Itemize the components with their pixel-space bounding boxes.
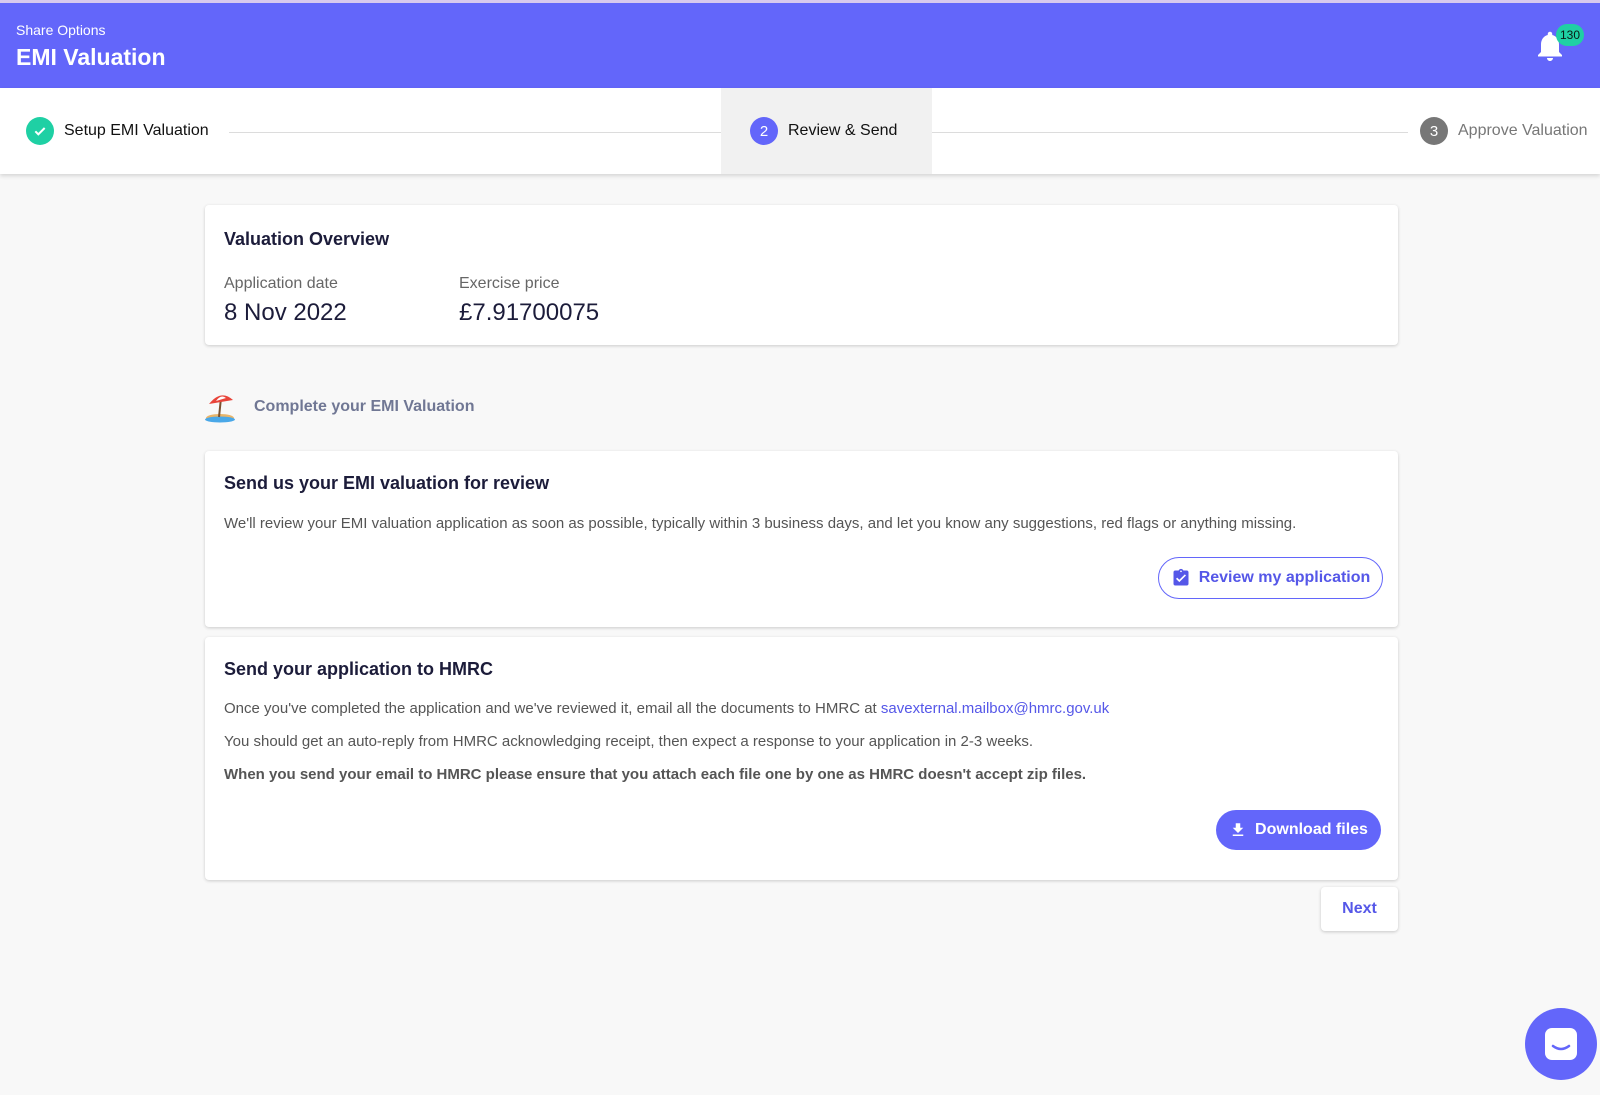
review-card: Send us your EMI valuation for review We… (205, 451, 1398, 627)
application-date-label: Application date (224, 275, 338, 292)
download-icon (1232, 823, 1244, 836)
step-connector (916, 132, 1408, 133)
step-label: Approve Valuation (1458, 122, 1588, 139)
section-title: Complete your EMI Valuation (254, 398, 475, 415)
step-number: 3 (1420, 117, 1448, 145)
app-subtitle: Share Options (16, 22, 106, 38)
step-connector (229, 132, 724, 133)
application-date-value: 8 Nov 2022 (224, 299, 347, 326)
hmrc-line-2: You should get an auto-reply from HMRC a… (224, 733, 1034, 750)
hmrc-line-1-text: Once you've completed the application an… (224, 700, 881, 717)
exercise-price-label: Exercise price (459, 275, 560, 292)
card-title: Valuation Overview (224, 229, 390, 249)
button-label: Review my application (1198, 569, 1371, 586)
section-heading: Complete your EMI Valuation (204, 390, 474, 424)
hmrc-email-link[interactable]: savexternal.mailbox@hmrc.gov.uk (881, 700, 1109, 717)
step-setup[interactable]: Setup EMI Valuation (26, 88, 226, 174)
exercise-price-value: £7.91700075 (459, 299, 600, 326)
hmrc-card: Send your application to HMRC Once you'v… (205, 637, 1398, 880)
check-icon (26, 117, 54, 145)
notification-badge: 130 (1556, 24, 1585, 46)
valuation-overview-card: Valuation Overview Application date 8 No… (205, 205, 1398, 345)
next-button[interactable]: Next (1321, 887, 1398, 931)
card-title: Send your application to HMRC (224, 659, 494, 679)
beach-umbrella-icon (205, 395, 235, 423)
step-number: 2 (750, 117, 778, 145)
chat-launcher-button[interactable] (1525, 1008, 1597, 1080)
review-application-button[interactable]: Review my application (1158, 557, 1383, 599)
clipboard-check-icon (1173, 568, 1189, 586)
page-title: EMI Valuation (16, 44, 166, 70)
hmrc-line-1: Once you've completed the application an… (224, 700, 1109, 717)
stepper: Setup EMI Valuation 2 Review & Send 3 Ap… (0, 88, 1600, 174)
button-label: Download files (1255, 821, 1368, 838)
download-files-button[interactable]: Download files (1216, 810, 1381, 850)
app-bar: Share Options EMI Valuation (0, 0, 1600, 88)
hmrc-line-3: When you send your email to HMRC please … (224, 766, 1087, 783)
step-label: Setup EMI Valuation (64, 122, 209, 139)
card-title: Send us your EMI valuation for review (224, 473, 550, 493)
step-approve[interactable]: 3 Approve Valuation (1420, 88, 1598, 174)
step-label: Review & Send (788, 122, 898, 139)
chat-icon (1545, 1028, 1577, 1060)
review-description: We'll review your EMI valuation applicat… (224, 515, 1297, 532)
step-review-send[interactable]: 2 Review & Send (721, 88, 932, 174)
